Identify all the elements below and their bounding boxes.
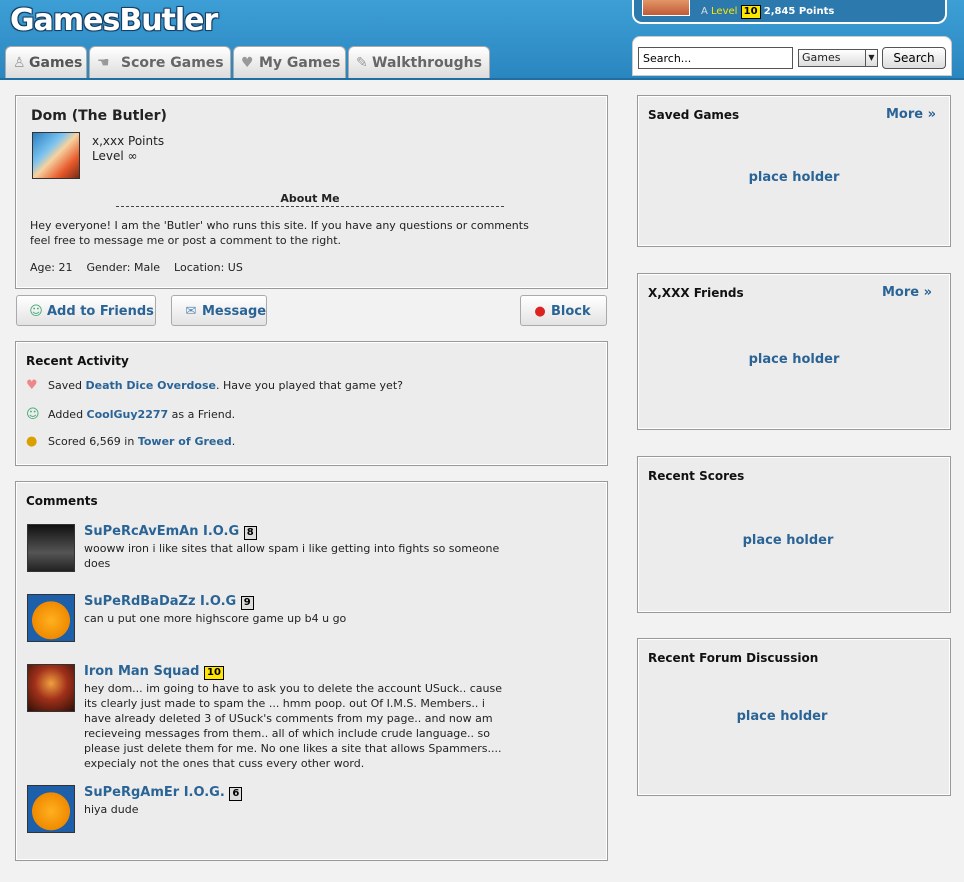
- placeholder-link[interactable]: place holder: [737, 709, 828, 724]
- comment-text: wooww iron i like sites that allow spam …: [84, 542, 500, 570]
- commenter-level-badge: 6: [229, 787, 243, 801]
- commenter-avatar[interactable]: [27, 594, 75, 642]
- recent-activity-title: Recent Activity: [26, 354, 129, 368]
- envelope-icon: ✉: [185, 304, 197, 319]
- message-button[interactable]: ✉ Message: [171, 295, 267, 326]
- medal-icon: ●: [26, 434, 38, 449]
- placeholder-link[interactable]: place holder: [749, 352, 840, 367]
- tab-my-games[interactable]: ♥ My Games: [233, 46, 346, 78]
- search-area: Games▼ Search: [632, 36, 952, 76]
- saved-games-title: Saved Games: [648, 108, 740, 122]
- commenter-name[interactable]: Iron Man Squad: [84, 664, 199, 679]
- tab-games[interactable]: ♙ Games: [5, 46, 87, 78]
- activity-link[interactable]: CoolGuy2277: [87, 408, 169, 421]
- friends-more-link[interactable]: More »: [882, 285, 932, 300]
- activity-item: ♥ Saved Death Dice Overdose. Have you pla…: [26, 378, 403, 393]
- chevron-down-icon: ▼: [865, 50, 877, 66]
- about-me-heading: About Me: [116, 192, 504, 207]
- commenter-name[interactable]: SuPeRgAmEr I.O.G.: [84, 785, 225, 800]
- friends-title: X,XXX Friends: [648, 286, 744, 300]
- wrench-icon: ✎: [356, 55, 368, 71]
- placeholder-link[interactable]: place holder: [743, 533, 834, 548]
- comment-text: can u put one more highscore game up b4 …: [84, 612, 347, 625]
- recent-scores-title: Recent Scores: [648, 469, 745, 483]
- user-level-label: Level: [711, 6, 738, 17]
- placeholder-link[interactable]: place holder: [749, 170, 840, 185]
- search-input[interactable]: [638, 47, 793, 69]
- add-user-icon: ☺: [29, 304, 43, 319]
- saved-games-more-link[interactable]: More »: [886, 107, 936, 122]
- profile-avatar[interactable]: [32, 132, 80, 179]
- commenter-name[interactable]: SuPeRcAvEmAn I.O.G: [84, 524, 239, 539]
- block-button[interactable]: ● Block: [520, 295, 607, 326]
- about-me-text: Hey everyone! I am the 'Butler' who runs…: [30, 219, 529, 247]
- heart-icon: ♥: [241, 55, 254, 71]
- search-category-select[interactable]: Games ▼: [798, 49, 878, 67]
- block-icon: ●: [534, 304, 546, 319]
- profile-level: Level ∞: [92, 149, 138, 163]
- user-points: 2,845 Points: [763, 6, 835, 17]
- profile-points: x,xxx Points: [92, 134, 165, 148]
- comments-panel: Comments SuPeRcAvEmAn I.O.G 8 wooww iron…: [15, 481, 608, 861]
- commenter-level-badge: 10: [203, 666, 224, 680]
- add-to-friends-button[interactable]: ☺ Add to Friends: [16, 295, 156, 326]
- user-avatar[interactable]: [642, 0, 690, 16]
- friends-panel: X,XXX Friends More » place holder: [637, 273, 951, 430]
- activity-link[interactable]: Death Dice Overdose: [85, 379, 216, 392]
- commenter-avatar[interactable]: [27, 664, 75, 712]
- commenter-avatar[interactable]: [27, 785, 75, 833]
- recent-scores-panel: Recent Scores place holder: [637, 456, 951, 613]
- site-logo[interactable]: GamesButler: [10, 2, 218, 40]
- tab-walkthroughs[interactable]: ✎ Walkthroughs: [348, 46, 490, 78]
- commenter-level-badge: 9: [240, 596, 254, 610]
- activity-item: ☺ Added CoolGuy2277 as a Friend.: [26, 407, 236, 422]
- forum-discussion-panel: Recent Forum Discussion place holder: [637, 638, 951, 796]
- activity-item: ● Scored 6,569 in Tower of Greed.: [26, 434, 236, 449]
- commenter-name[interactable]: SuPeRdBaDaZz I.O.G: [84, 594, 236, 609]
- recent-activity-panel: Recent Activity ♥ Saved Death Dice Overdo…: [15, 341, 608, 466]
- user-level-prefix: A: [701, 6, 708, 17]
- header: GamesButler A Level 10 2,845 Points ♙ Gam…: [0, 0, 964, 80]
- profile-details: Age: 21 Gender: Male Location: US: [30, 261, 243, 274]
- profile-panel: Dom (The Butler) x,xxx Points Level ∞ Ab…: [15, 95, 608, 289]
- search-button[interactable]: Search: [882, 47, 946, 69]
- commenter-avatar[interactable]: [27, 524, 75, 572]
- commenter-level-badge: 8: [243, 526, 257, 540]
- comment-text: hiya dude: [84, 803, 139, 816]
- add-user-icon: ☺: [26, 407, 40, 422]
- profile-name: Dom (The Butler): [31, 108, 167, 124]
- hand-icon: ☚: [97, 55, 110, 71]
- user-status-bar: A Level 10 2,845 Points: [632, 0, 947, 24]
- activity-link[interactable]: Tower of Greed: [138, 435, 232, 448]
- tab-score-games[interactable]: ☚ Score Games: [89, 46, 231, 78]
- saved-games-panel: Saved Games More » place holder: [637, 95, 951, 247]
- heart-icon: ♥: [26, 378, 38, 393]
- comment-text: hey dom... im going to have to ask you t…: [84, 682, 502, 770]
- user-level-badge: 10: [740, 5, 761, 19]
- forum-discussion-title: Recent Forum Discussion: [648, 651, 819, 665]
- comments-title: Comments: [26, 494, 98, 508]
- joystick-icon: ♙: [13, 55, 26, 71]
